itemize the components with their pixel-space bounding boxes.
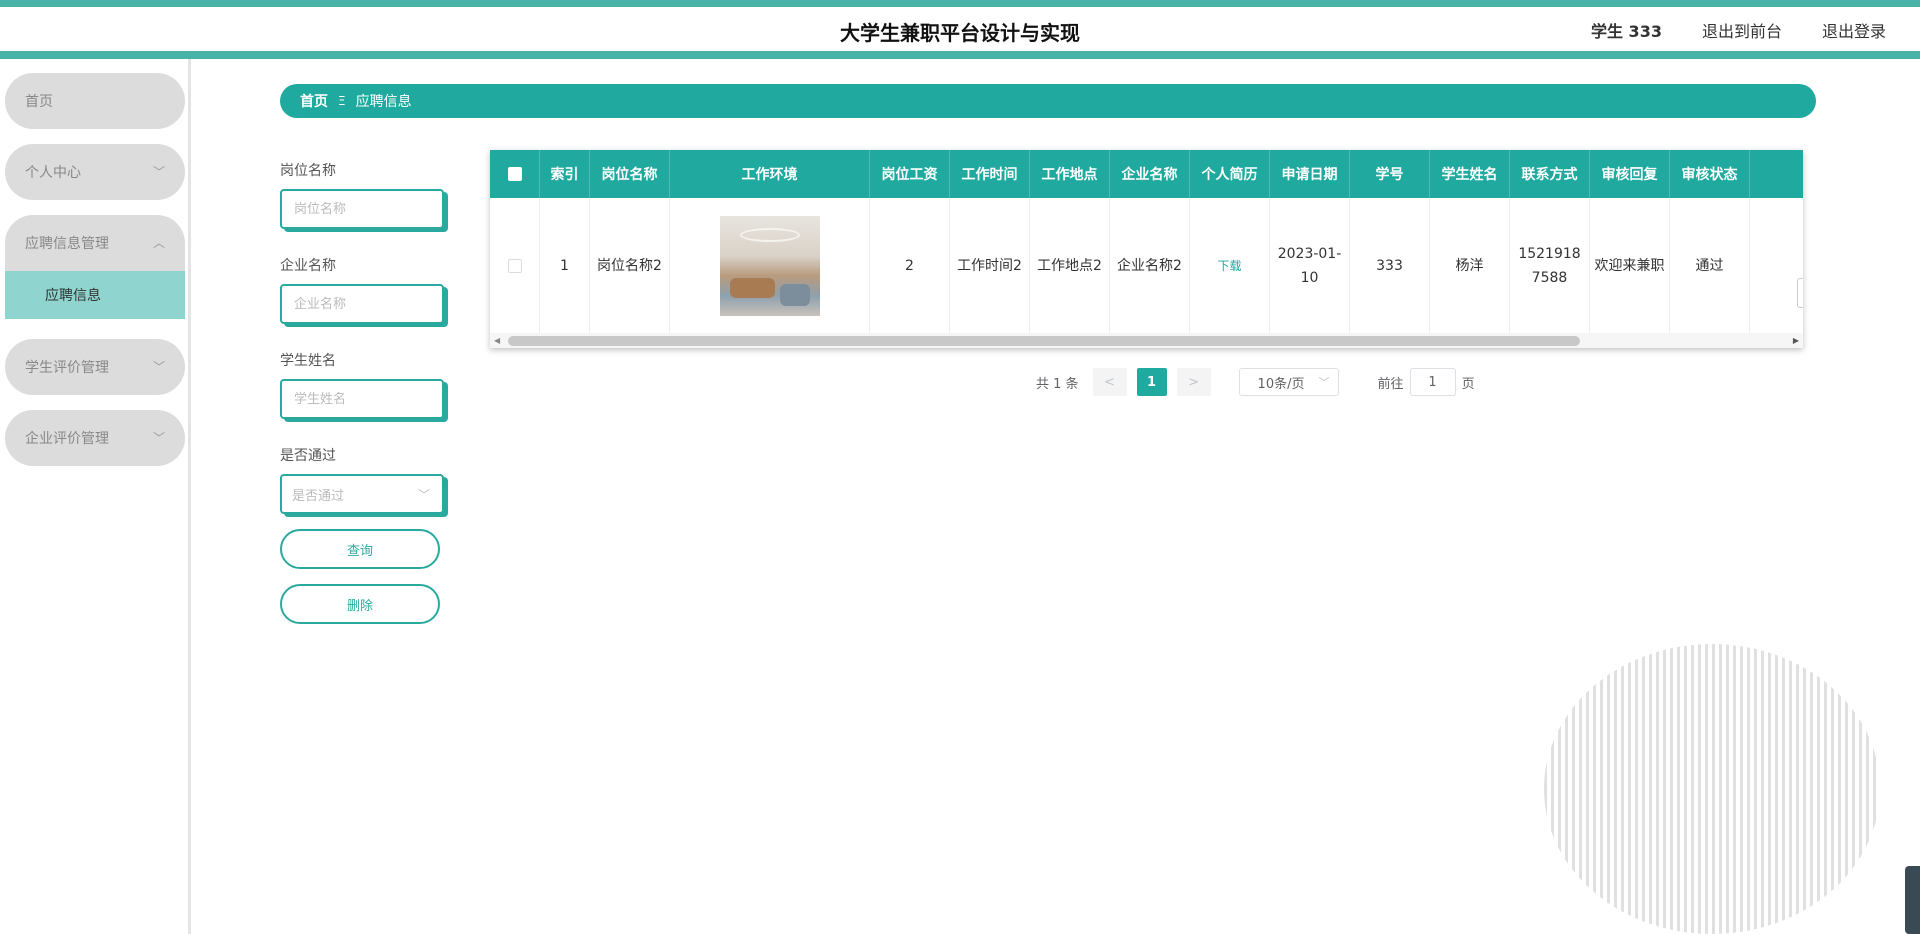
cell-apply-date: 2023-01-10 <box>1270 198 1350 333</box>
decorative-striped-circle <box>1544 644 1880 934</box>
column-header: 学生姓名 <box>1430 150 1510 198</box>
table-row: 1 岗位名称2 2 工作时间2 工作地点2 企业名称2 下载 2023-01-1… <box>490 198 1803 333</box>
lamp-shape <box>739 227 800 242</box>
chevron-down-icon: ﹀ <box>1318 376 1330 389</box>
job-name-input[interactable] <box>280 189 444 229</box>
row-select-cell <box>490 198 540 333</box>
column-header-actions <box>1750 150 1803 198</box>
header-actions: 学生 333 退出到前台 退出登录 <box>1591 18 1886 42</box>
sidebar-item-home[interactable]: 首页 <box>5 73 185 129</box>
application-table: 索引 岗位名称 工作环境 岗位工资 工作时间 工作地点 企业名称 个人简历 申请… <box>490 150 1803 348</box>
column-header: 企业名称 <box>1110 150 1190 198</box>
sidebar-item-company-evaluation[interactable]: 企业评价管理 ﹀ <box>5 410 185 466</box>
scrollbar-thumb[interactable] <box>508 336 1580 346</box>
chevron-down-icon: ﹀ <box>152 165 165 179</box>
column-header: 申请日期 <box>1270 150 1350 198</box>
breadcrumb-separator: Ξ <box>338 94 346 108</box>
sofa-shape <box>729 277 775 298</box>
cell-index: 1 <box>540 198 590 333</box>
table-header: 索引 岗位名称 工作环境 岗位工资 工作时间 工作地点 企业名称 个人简历 申请… <box>490 150 1803 198</box>
column-header: 岗位名称 <box>590 150 670 198</box>
column-header: 索引 <box>540 150 590 198</box>
sidebar-item-label: 学生评价管理 <box>25 360 109 376</box>
chevron-down-icon: ﹀ <box>152 360 165 374</box>
company-name-label: 企业名称 <box>280 258 336 274</box>
page-size-value: 10条/页 <box>1257 376 1305 392</box>
sidebar: 首页 个人中心 ﹀ 应聘信息管理 ︿ 应聘信息 学生评价管理 ﹀ 企业评价管理 … <box>0 59 191 934</box>
sidebar-subitem-application-info[interactable]: 应聘信息 <box>5 271 185 319</box>
top-header: 大学生兼职平台设计与实现 学生 333 退出到前台 退出登录 <box>0 0 1920 60</box>
sidebar-item-label: 企业评价管理 <box>25 431 109 447</box>
column-header: 岗位工资 <box>870 150 950 198</box>
company-name-input[interactable] <box>280 284 444 324</box>
page-1-button[interactable]: 1 <box>1136 368 1167 396</box>
cell-student-id: 333 <box>1350 198 1430 333</box>
scroll-right-icon[interactable]: ▶ <box>1793 336 1799 345</box>
student-name-label: 学生姓名 <box>280 353 336 369</box>
pagination-total: 共 1 条 <box>1036 376 1079 392</box>
row-checkbox[interactable] <box>507 258 522 273</box>
side-widget-strip[interactable] <box>1905 866 1920 934</box>
column-header: 工作时间 <box>950 150 1030 198</box>
sidebar-item-label: 应聘信息管理 <box>25 236 109 252</box>
header-select-all[interactable] <box>490 150 540 198</box>
goto-page-input[interactable] <box>1409 368 1456 396</box>
horizontal-scrollbar[interactable]: ◀ ▶ <box>490 333 1803 348</box>
column-header: 工作地点 <box>1030 150 1110 198</box>
page-suffix: 页 <box>1461 376 1475 392</box>
cell-work-time: 工作时间2 <box>950 198 1030 333</box>
page-size-select[interactable]: 10条/页 ﹀ <box>1238 368 1339 396</box>
header-top-stripe <box>0 0 1920 7</box>
sidebar-item-label: 首页 <box>25 94 53 110</box>
column-header: 学号 <box>1350 150 1430 198</box>
breadcrumb-home[interactable]: 首页 <box>300 91 328 111</box>
student-name-input[interactable] <box>280 379 444 419</box>
cell-work-environment <box>670 198 870 333</box>
work-environment-image[interactable] <box>719 215 820 316</box>
chevron-down-icon: ﹀ <box>417 488 430 502</box>
cell-student-name: 杨洋 <box>1430 198 1510 333</box>
cell-reply: 欢迎来兼职 <box>1590 198 1670 333</box>
chevron-up-icon: ︿ <box>152 236 165 250</box>
header-bottom-stripe <box>0 51 1920 59</box>
column-header: 工作环境 <box>670 150 870 198</box>
chevron-down-icon: ﹀ <box>152 431 165 445</box>
sidebar-item-personal-center[interactable]: 个人中心 ﹀ <box>5 144 185 200</box>
column-header: 审核状态 <box>1670 150 1750 198</box>
pass-status-select[interactable]: 是否通过 ﹀ <box>280 474 444 514</box>
prev-page-button[interactable]: < <box>1092 368 1127 396</box>
query-button[interactable]: 查询 <box>280 529 440 569</box>
column-header: 联系方式 <box>1510 150 1590 198</box>
breadcrumb-current: 应聘信息 <box>355 94 412 110</box>
cell-phone: 15219187588 <box>1510 198 1590 333</box>
select-all-checkbox[interactable] <box>507 167 522 181</box>
breadcrumb: 首页 Ξ 应聘信息 <box>280 84 1816 118</box>
pagination: 共 1 条 < 1 > 10条/页 ﹀ 前往 页 <box>1036 368 1475 396</box>
logout-link[interactable]: 退出登录 <box>1822 18 1886 42</box>
cell-status: 通过 <box>1670 198 1750 333</box>
cell-location: 工作地点2 <box>1030 198 1110 333</box>
column-header: 个人简历 <box>1190 150 1270 198</box>
chair-shape <box>779 283 810 306</box>
job-name-label: 岗位名称 <box>280 163 336 179</box>
cell-salary: 2 <box>870 198 950 333</box>
exit-to-front-link[interactable]: 退出到前台 <box>1702 18 1782 42</box>
cell-company: 企业名称2 <box>1110 198 1190 333</box>
pass-status-label: 是否通过 <box>280 448 336 464</box>
row-action-button[interactable] <box>1797 278 1803 308</box>
pass-status-placeholder: 是否通过 <box>292 488 345 504</box>
delete-button[interactable]: 删除 <box>280 584 440 624</box>
cell-job-name: 岗位名称2 <box>590 198 670 333</box>
scroll-left-icon[interactable]: ◀ <box>494 336 500 345</box>
sidebar-item-student-evaluation[interactable]: 学生评价管理 ﹀ <box>5 339 185 395</box>
sidebar-item-label: 个人中心 <box>25 165 81 181</box>
goto-label: 前往 <box>1377 376 1404 392</box>
current-user: 学生 333 <box>1590 22 1662 41</box>
next-page-button[interactable]: > <box>1176 368 1211 396</box>
column-header: 审核回复 <box>1590 150 1670 198</box>
sidebar-subitem-label: 应聘信息 <box>45 288 101 304</box>
resume-download-link[interactable]: 下载 <box>1190 198 1270 333</box>
cell-actions <box>1750 198 1803 333</box>
sidebar-item-application-management[interactable]: 应聘信息管理 ︿ <box>5 215 185 271</box>
